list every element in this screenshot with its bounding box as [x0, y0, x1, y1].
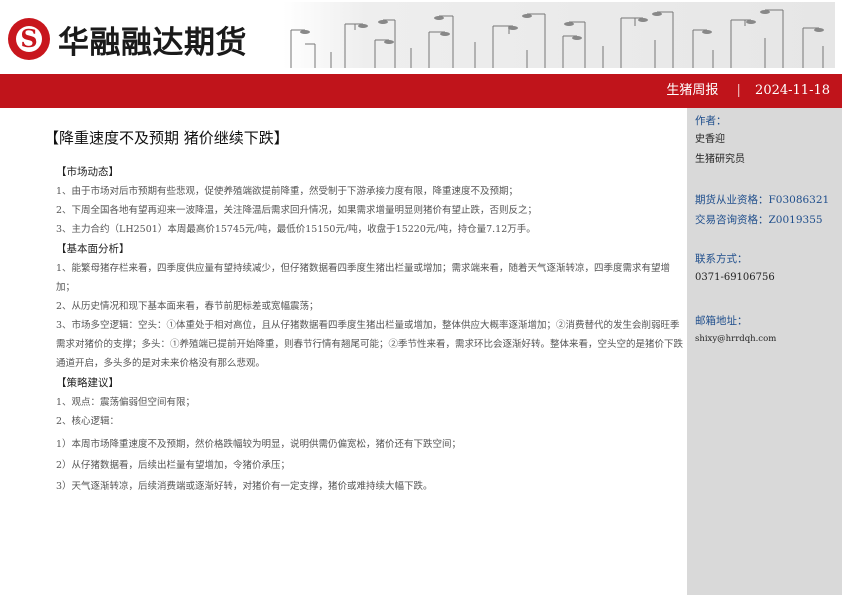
contact-label: 联系方式：: [695, 253, 748, 265]
email-address: shixy@hrrdqh.com: [695, 334, 777, 344]
strategy-point-2: 2、核心逻辑：: [56, 416, 120, 427]
strategy-logic-1: 1）本周市场降重速度不及预期，然价格跌幅较为明显，说明供需仍偏宽松，猪价还有下跌…: [56, 439, 462, 450]
report-title: 【降重速度不及预期 猪价继续下跌】: [44, 129, 289, 147]
strategy-logic-3: 3）天气逐渐转凉，后续消费端或逐渐好转，对猪价有一定支撑，猪价或难持续大幅下跌。: [56, 481, 433, 492]
author-name: 史香迎: [695, 134, 725, 145]
futures-license: 期货从业资格：F03086321: [695, 194, 830, 206]
fundamental-point-3: 3、市场多空逻辑：空头：①体重处于相对高位，且从仔猪数据看四季度生猪出栏量或增加…: [56, 320, 684, 369]
contact-phone: 0371-69106756: [695, 272, 775, 283]
report-meta: 生猪周报 | 2024-11-18: [666, 74, 830, 108]
logo-emblem-icon: S: [8, 18, 50, 60]
report-body: 【市场动态】 1、由于市场对后市预期有些悲观，促使养殖端欲提前降重，然受制于下游…: [56, 162, 684, 496]
fundamental-point-2: 2、从历史情况和现下基本面来看，春节前肥标差或宽幅震荡；: [56, 301, 319, 312]
author-block: 作者： 史香迎 生猪研究员: [695, 112, 745, 170]
strategy-logic-2: 2）从仔猪数据看，后续出栏量有望增加，令猪价承压；: [56, 460, 291, 471]
license-block: 期货从业资格：F03086321 交易咨询资格：Z0019355: [695, 190, 829, 230]
report-date: 2024-11-18: [755, 83, 830, 98]
market-point-1: 1、由于市场对后市预期有些悲观，促使养殖端欲提前降重，然受制于下游承接力度有限，…: [56, 186, 519, 197]
section-heading-fundamentals: 【基本面分析】: [56, 243, 130, 255]
meta-separator: |: [736, 83, 741, 98]
strategy-point-1: 1、观点：震荡偏弱但空间有限；: [56, 397, 196, 408]
section-heading-market: 【市场动态】: [56, 166, 119, 178]
author-label: 作者：: [695, 115, 727, 127]
fundamental-point-1: 1、能繁母猪存栏来看，四季度供应量有望持续减少，但仔猪数据看四季度生猪出栏量或增…: [56, 263, 671, 293]
company-logo: S 华融融达期货: [8, 14, 247, 64]
author-dept: 生猪研究员: [695, 154, 745, 165]
market-point-2: 2、下周全国各地有望再迎来一波降温，关注降温后需求回升情况，如果需求增量明显则猪…: [56, 205, 538, 216]
email-label: 邮箱地址：: [695, 315, 748, 327]
report-header-bar: 生猪周报 | 2024-11-18: [0, 74, 842, 108]
author-sidebar: 作者： 史香迎 生猪研究员 期货从业资格：F03086321 交易咨询资格：Z0…: [687, 108, 842, 595]
banner-graphic: [283, 2, 835, 68]
report-type: 生猪周报: [666, 83, 719, 98]
section-heading-strategy: 【策略建议】: [56, 377, 119, 389]
market-point-3: 3、主力合约（LH2501）本周最高价15745元/吨，最低价15150元/吨，…: [56, 224, 536, 235]
company-name: 华融融达期货: [58, 24, 247, 61]
email-block: 邮箱地址： shixy@hrrdqh.com: [695, 312, 776, 348]
contact-block: 联系方式： 0371-69106756: [695, 250, 775, 288]
consult-license: 交易咨询资格：Z0019355: [695, 214, 823, 226]
